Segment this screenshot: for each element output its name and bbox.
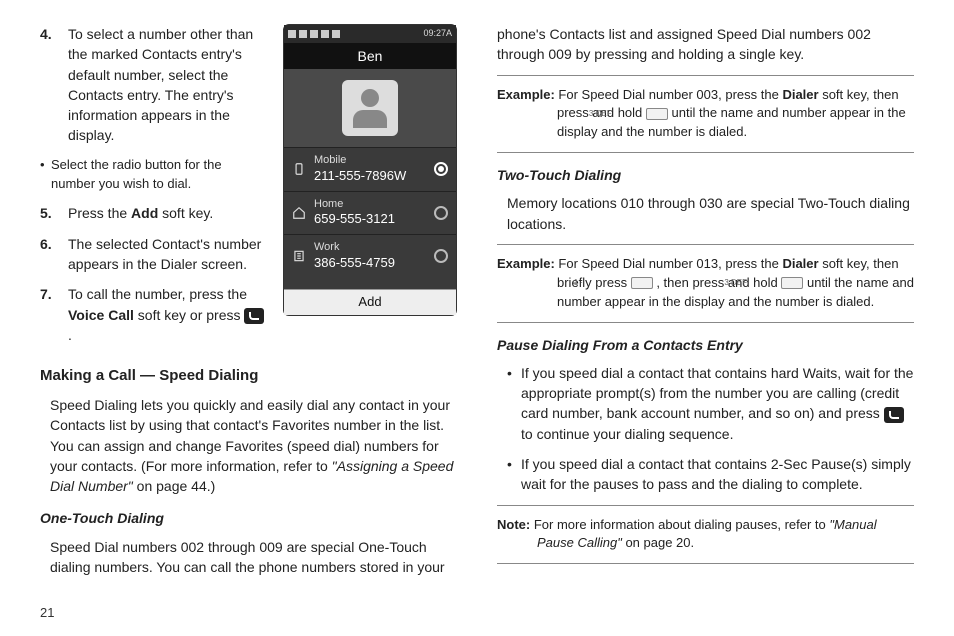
step-body: Press the Add soft key.: [68, 203, 267, 223]
home-icon: [292, 206, 306, 220]
heading-speed-dialing: Making a Call — Speed Dialing: [40, 365, 457, 387]
heading-two-touch: Two-Touch Dialing: [497, 165, 914, 185]
radio-selected[interactable]: [434, 162, 448, 176]
signal-icon: [288, 30, 296, 38]
divider: [497, 244, 914, 245]
mobile-icon: [292, 162, 306, 176]
bluetooth-icon: [321, 30, 329, 38]
step-7: 7. To call the number, press the Voice C…: [40, 284, 267, 345]
call-icon: [884, 407, 904, 423]
step-6: 6. The selected Contact's number appears…: [40, 234, 267, 275]
call-icon: [244, 308, 264, 324]
key-3-icon: 3 DEF: [646, 108, 668, 120]
work-icon: [292, 249, 306, 263]
heading-one-touch: One-Touch Dialing: [40, 508, 457, 528]
pause-bullet-1: • If you speed dial a contact that conta…: [497, 363, 914, 444]
status-time: 09:27A: [423, 27, 452, 40]
step-body: The selected Contact's number appears in…: [68, 234, 267, 275]
radio-unselected[interactable]: [434, 249, 448, 263]
softkey-add[interactable]: Add: [284, 289, 456, 315]
one-touch-para: Speed Dial numbers 002 through 009 are s…: [40, 537, 457, 578]
phone-number-list: Mobile211-555-7896W Home659-555-3121 Wor…: [284, 147, 456, 289]
avatar-placeholder-icon: [342, 80, 398, 136]
speed-dial-para: Speed Dialing lets you quickly and easil…: [40, 395, 457, 496]
step-5: 5. Press the Add soft key.: [40, 203, 267, 223]
step-body: To select a number other than the marked…: [68, 24, 267, 146]
key-3-icon: 3 DEF: [781, 277, 803, 289]
status-bar: 09:27A: [284, 25, 456, 43]
divider: [497, 75, 914, 76]
page-number: 21: [40, 605, 914, 620]
network-icon: [299, 30, 307, 38]
example-2: Example: For Speed Dial number 013, pres…: [497, 255, 914, 312]
step-4-sub: • Select the radio button for the number…: [40, 156, 267, 194]
two-touch-para: Memory locations 010 through 030 are spe…: [497, 193, 914, 234]
heading-pause-dialing: Pause Dialing From a Contacts Entry: [497, 335, 914, 355]
phone-screenshot: 09:27A Ben Mobile211-555-7896W: [283, 24, 457, 316]
continuation-para: phone's Contacts list and assigned Speed…: [497, 24, 914, 65]
battery-icon: [332, 30, 340, 38]
step-num: 6.: [40, 234, 68, 275]
note-box: Note: For more information about dialing…: [497, 516, 914, 554]
step-num: 4.: [40, 24, 68, 146]
divider: [497, 563, 914, 564]
radio-unselected[interactable]: [434, 206, 448, 220]
phone-row-work[interactable]: Work386-555-4759: [284, 234, 456, 278]
step-num: 5.: [40, 203, 68, 223]
sound-icon: [310, 30, 318, 38]
phone-row-mobile[interactable]: Mobile211-555-7896W: [284, 147, 456, 191]
phone-row-home[interactable]: Home659-555-3121: [284, 191, 456, 235]
contact-name: Ben: [284, 43, 456, 69]
step-body: To call the number, press the Voice Call…: [68, 284, 267, 345]
step-num: 7.: [40, 284, 68, 345]
avatar-zone: [284, 69, 456, 147]
divider: [497, 505, 914, 506]
example-1: Example: For Speed Dial number 003, pres…: [497, 86, 914, 143]
step-4-sub-text: Select the radio button for the number y…: [51, 156, 267, 194]
step-4: 4. To select a number other than the mar…: [40, 24, 267, 146]
divider: [497, 322, 914, 323]
divider: [497, 152, 914, 153]
key-1-icon: 1 ·: [631, 277, 653, 289]
pause-bullet-2: • If you speed dial a contact that conta…: [497, 454, 914, 495]
